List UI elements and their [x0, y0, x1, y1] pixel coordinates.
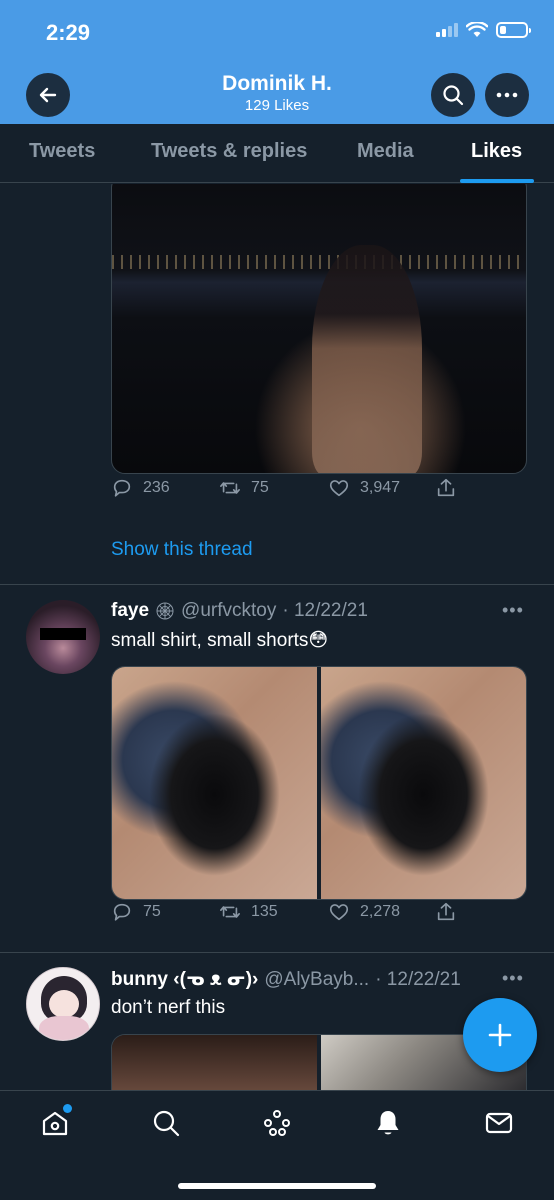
heart-icon [329, 904, 349, 921]
compose-icon [488, 1023, 512, 1047]
author-handle[interactable]: @AlyBayb... [264, 969, 369, 991]
tweet-header: bunny ‹(ᓀ ᴥ ᓂ)› @AlyBayb... · 12/22/21 [111, 968, 461, 991]
retweet-icon [220, 482, 240, 494]
reply-button[interactable]: 236 [111, 477, 170, 499]
profile-tabs: Tweets Tweets & replies Media Likes [0, 124, 554, 183]
explore-tab[interactable] [150, 1107, 182, 1139]
battery-icon [496, 22, 531, 38]
like-count: 3,947 [360, 479, 401, 496]
tweet-header: faye @urfvcktoy · 12/22/21 [111, 600, 368, 622]
more-icon [496, 92, 518, 98]
home-tab[interactable] [39, 1104, 72, 1139]
share-icon [437, 478, 455, 497]
messages-tab[interactable] [483, 1107, 515, 1139]
explore-icon [153, 1110, 180, 1137]
retweet-button[interactable]: 135 [219, 901, 278, 923]
spaces-tab[interactable] [261, 1107, 293, 1139]
notifications-tab[interactable] [372, 1107, 404, 1139]
tab-tweets-and-replies[interactable]: Tweets & replies [151, 140, 307, 163]
tweet-image[interactable] [112, 667, 317, 899]
tweet-more-icon[interactable]: ••• [502, 600, 524, 621]
compose-button[interactable] [463, 998, 537, 1072]
tab-media[interactable]: Media [357, 140, 414, 163]
retweet-icon [220, 906, 240, 918]
share-button[interactable] [435, 901, 457, 923]
tweet-divider [0, 584, 554, 585]
likes-feed: 236 75 3,947 Show this thread faye @urfv… [0, 184, 554, 1090]
tweet-text: small shirt, small shorts😳 [111, 630, 329, 651]
heart-icon [329, 480, 349, 497]
avatar[interactable] [26, 600, 100, 674]
retweet-count: 135 [251, 903, 278, 920]
notifications-icon [377, 1111, 399, 1135]
share-button[interactable] [435, 477, 457, 499]
more-button[interactable] [485, 73, 529, 117]
tab-tweets[interactable]: Tweets [29, 140, 95, 163]
search-button[interactable] [431, 73, 475, 117]
like-button[interactable]: 2,278 [328, 901, 400, 923]
home-indicator [178, 1183, 376, 1189]
like-button[interactable]: 3,947 [328, 477, 400, 499]
show-thread-link[interactable]: Show this thread [111, 539, 253, 561]
tweet-text: don’t nerf this [111, 997, 226, 1018]
profile-header: 2:29 Dominik H. 129 Likes [0, 0, 554, 124]
tweet-date: · 12/22/21 [282, 600, 368, 621]
notification-dot [63, 1104, 72, 1113]
tab-likes[interactable]: Likes [471, 140, 522, 163]
reply-icon [113, 479, 131, 497]
tweet-date: · 12/22/21 [375, 968, 461, 990]
cellular-signal-icon [436, 23, 458, 37]
tweet-image[interactable] [321, 667, 526, 899]
reply-count: 236 [143, 479, 170, 496]
status-time: 2:29 [46, 20, 91, 45]
retweet-button[interactable]: 75 [219, 477, 269, 499]
tweet-more-icon[interactable]: ••• [502, 968, 524, 989]
status-icons [436, 22, 531, 38]
active-tab-indicator [460, 179, 534, 183]
author-name[interactable]: faye [111, 600, 149, 622]
author-handle[interactable]: @urfvcktoy [181, 600, 276, 622]
reply-button[interactable]: 75 [111, 901, 161, 923]
messages-icon [485, 1112, 513, 1134]
spaces-icon [264, 1110, 290, 1136]
author-name[interactable]: bunny ‹(ᓀ ᴥ ᓂ)› [111, 968, 258, 991]
reply-count: 75 [143, 903, 161, 920]
tweet-image[interactable] [111, 184, 527, 474]
share-icon [437, 902, 455, 921]
search-icon [443, 85, 464, 106]
retweet-count: 75 [251, 479, 269, 496]
spider-web-icon [156, 602, 174, 620]
avatar[interactable] [26, 967, 100, 1041]
tweet-image[interactable] [112, 1035, 317, 1090]
tweet-image-grid[interactable] [111, 666, 527, 900]
like-count: 2,278 [360, 903, 401, 920]
reply-icon [113, 903, 131, 921]
wifi-icon [466, 22, 488, 37]
tweet-divider [0, 952, 554, 953]
